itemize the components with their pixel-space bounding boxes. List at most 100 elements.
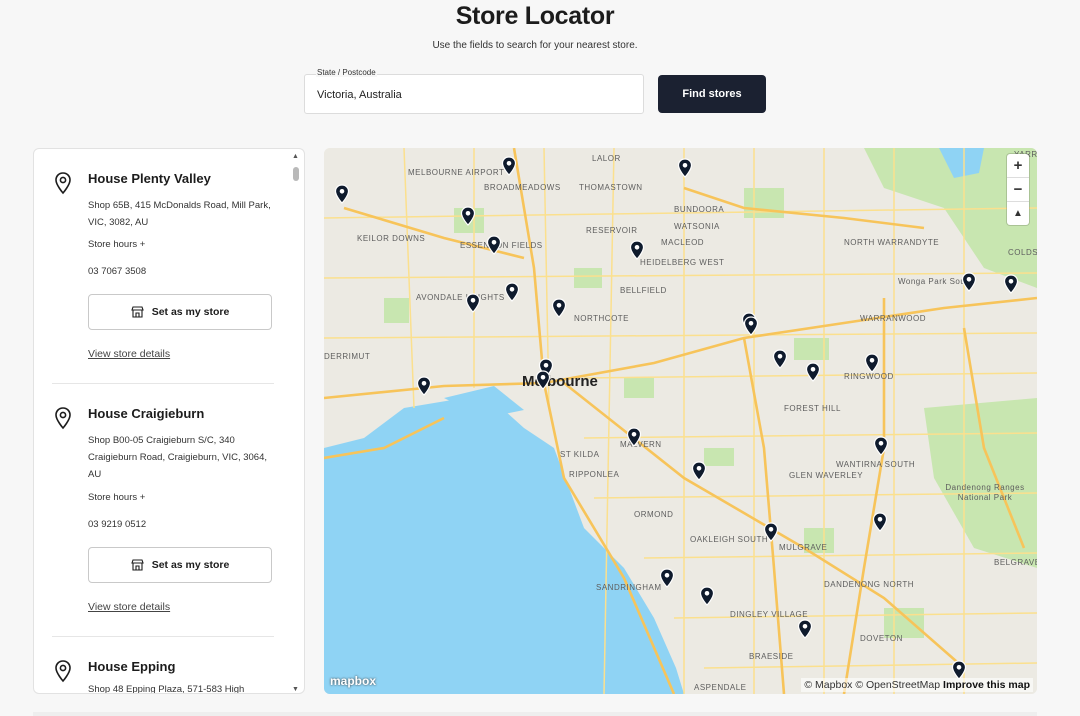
map-label: WATSONIA xyxy=(674,222,720,231)
store-map-pin-icon[interactable] xyxy=(416,376,432,396)
store-divider xyxy=(52,383,274,384)
improve-map-link[interactable]: Improve this map xyxy=(943,679,1030,691)
store-map-pin-icon[interactable] xyxy=(501,156,517,176)
store-list-panel[interactable]: House Plenty Valley Shop 65B, 415 McDona… xyxy=(33,148,305,694)
store-map-pin-icon[interactable] xyxy=(334,184,350,204)
store-map-pin-icon[interactable] xyxy=(626,427,642,447)
map-label: AVONDALE HEIGHTS xyxy=(416,293,505,302)
set-my-store-button[interactable]: Set as my store xyxy=(88,294,272,330)
page-bottom-edge xyxy=(33,712,1037,716)
store-map-pin-icon[interactable] xyxy=(961,272,977,292)
store-card: House Craigieburn Shop B00-05 Craigiebur… xyxy=(52,406,274,616)
store-map-pin-icon[interactable] xyxy=(864,353,880,373)
map-label: WARRANWOOD xyxy=(860,314,927,323)
map-label: Dandenong Ranges National Park xyxy=(945,483,1025,502)
location-pin-icon xyxy=(55,407,71,430)
store-map-pin-icon[interactable] xyxy=(551,298,567,318)
page-title: Store Locator xyxy=(455,2,615,30)
store-map-pin-icon[interactable] xyxy=(629,240,645,260)
storefront-icon xyxy=(130,306,144,318)
store-map-pin-icon[interactable] xyxy=(460,206,476,226)
store-map-pin-icon[interactable] xyxy=(1003,274,1019,294)
search-field[interactable]: Victoria, Australia xyxy=(304,74,644,114)
view-store-details-link[interactable]: View store details xyxy=(88,601,170,613)
map-label: DANDENONG NORTH xyxy=(824,580,915,589)
store-map-pin-icon[interactable] xyxy=(951,660,967,680)
scroll-up-arrow-icon[interactable]: ▲ xyxy=(292,153,299,160)
store-map-pin-icon[interactable] xyxy=(504,282,520,302)
store-map-pin-icon[interactable] xyxy=(691,461,707,481)
store-name: House Epping xyxy=(88,659,176,674)
find-stores-button[interactable]: Find stores xyxy=(658,75,766,113)
map-label: THOMASTOWN xyxy=(579,183,643,192)
scrollbar[interactable]: ▲ ▼ xyxy=(292,153,300,693)
store-address: Shop 65B, 415 McDonalds Road, Mill Park,… xyxy=(88,200,271,228)
map-label: BROADMEADOWS xyxy=(484,183,561,192)
mapbox-logo[interactable]: mapbox xyxy=(330,674,376,688)
map-label: MELBOURNE AIRPORT xyxy=(408,168,505,177)
store-name: House Craigieburn xyxy=(88,406,205,421)
store-map-pin-icon[interactable] xyxy=(797,619,813,639)
store-map-pin-icon[interactable] xyxy=(465,293,481,313)
map-label: HEIDELBERG WEST xyxy=(640,258,725,267)
store-map-pin-icon[interactable] xyxy=(772,349,788,369)
map-label: RINGWOOD xyxy=(844,372,894,381)
store-map-pin-icon[interactable] xyxy=(486,235,502,255)
map-label: LALOR xyxy=(592,154,621,163)
map-label: NORTH WARRANDYTE xyxy=(844,238,940,247)
store-address: Shop 48 Epping Plaza, 571-583 High xyxy=(88,684,245,694)
store-hours-toggle[interactable]: Store hours + xyxy=(88,492,145,503)
scroll-down-arrow-icon[interactable]: ▼ xyxy=(292,686,299,693)
store-map-pin-icon[interactable] xyxy=(872,512,888,532)
view-store-details-link[interactable]: View store details xyxy=(88,348,170,360)
map-label: RESERVOIR xyxy=(586,226,638,235)
store-map-pin-icon[interactable] xyxy=(743,316,759,336)
store-map-pin-icon[interactable] xyxy=(805,362,821,382)
map-label: GLEN WAVERLEY xyxy=(789,471,864,480)
map-label: FOREST HILL xyxy=(784,404,841,413)
store-map-pin-icon[interactable] xyxy=(677,158,693,178)
store-map-pin-icon[interactable] xyxy=(699,586,715,606)
search-field-label: State / Postcode xyxy=(316,68,377,77)
map-label: BELGRAVE SOUTH xyxy=(994,558,1037,567)
map-label: ASPENDALE xyxy=(694,683,747,692)
zoom-out-button[interactable]: − xyxy=(1007,178,1029,202)
location-pin-icon xyxy=(55,172,71,195)
map-label: NORTHCOTE xyxy=(574,314,630,323)
map-label: SANDRINGHAM xyxy=(596,583,662,592)
store-map-pin-icon[interactable] xyxy=(659,568,675,588)
map-label: OAKLEIGH SOUTH xyxy=(690,535,769,544)
map-label: BUNDOORA xyxy=(674,205,725,214)
map-label: KEILOR DOWNS xyxy=(357,234,426,243)
page-subtitle: Use the fields to search for your neares… xyxy=(432,40,638,51)
storefront-icon xyxy=(130,559,144,571)
store-card: House Plenty Valley Shop 65B, 415 McDona… xyxy=(52,171,274,371)
map-label: BRAESIDE xyxy=(749,652,794,661)
map-label: DERRIMUT xyxy=(324,352,371,361)
attribution-text: © Mapbox © OpenStreetMap xyxy=(804,679,941,691)
store-hours-toggle[interactable]: Store hours + xyxy=(88,239,145,250)
zoom-in-button[interactable]: + xyxy=(1007,154,1029,178)
store-map-pin-icon[interactable] xyxy=(763,522,779,542)
map-attribution: © Mapbox © OpenStreetMap Improve this ma… xyxy=(801,678,1033,692)
map-label: DOVETON xyxy=(860,634,903,643)
map-label: WANTIRNA SOUTH xyxy=(836,460,916,469)
store-map-pin-icon[interactable] xyxy=(535,370,551,390)
search-input[interactable]: Victoria, Australia xyxy=(317,89,402,101)
store-map[interactable]: MELBOURNE AIRPORT BROADMEADOWS LALOR THO… xyxy=(324,148,1037,694)
map-label: BELLFIELD xyxy=(620,286,667,295)
location-pin-icon xyxy=(55,660,71,683)
compass-reset-button[interactable]: ▲ xyxy=(1007,202,1029,225)
store-phone: 03 9219 0512 xyxy=(88,519,147,530)
city-label: Melbourne xyxy=(522,373,598,390)
map-label: MULGRAVE xyxy=(779,543,828,552)
scroll-thumb[interactable] xyxy=(293,167,299,181)
store-map-pin-icon[interactable] xyxy=(873,436,889,456)
set-my-store-button[interactable]: Set as my store xyxy=(88,547,272,583)
map-label: ORMOND xyxy=(634,510,674,519)
map-label: RIPPONLEA xyxy=(569,470,620,479)
set-my-store-label: Set as my store xyxy=(151,559,230,571)
store-name: House Plenty Valley xyxy=(88,171,211,186)
store-address: Shop B00-05 Craigieburn S/C, 340 Craigie… xyxy=(88,435,268,480)
map-label: MACLEOD xyxy=(661,238,705,247)
